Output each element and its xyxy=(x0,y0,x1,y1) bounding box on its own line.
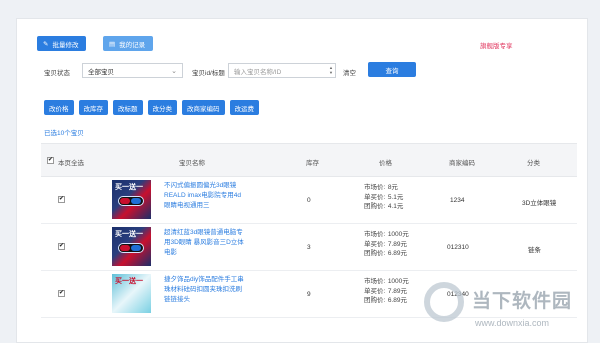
price-block: 市场价: 1000元 单买价: 7.89元 团购价: 6.89元 xyxy=(364,278,409,304)
id-placeholder: 输入宝贝名称/ID xyxy=(234,68,282,76)
edit-price-button[interactable]: 改价格 xyxy=(44,100,74,115)
edit-category-button[interactable]: 改分类 xyxy=(147,100,177,115)
header-category: 分类 xyxy=(527,160,540,167)
header-price: 价格 xyxy=(379,160,392,167)
batch-edit-button[interactable]: ✎ 批量修改 xyxy=(37,36,87,51)
watermark: 当下软件园 www.downxia.com xyxy=(420,282,596,340)
header-stock: 库存 xyxy=(306,160,319,167)
group-price: 6.89元 xyxy=(387,297,407,304)
edit-code-button[interactable]: 改商家编码 xyxy=(182,100,225,115)
row-checkbox[interactable] xyxy=(58,289,65,297)
price-block: 市场价: 8元 单买价: 5.1元 团购价: 4.1元 xyxy=(364,184,404,210)
table-header: 本页全选 宝贝名称 库存 价格 商家编码 分类 xyxy=(41,143,577,177)
single-price: 7.89元 xyxy=(387,240,407,248)
product-title-link[interactable]: 捷夕饰品diy饰品配件手工串珠材料砝码扣圆夹珠扣洗刷链链接头 xyxy=(164,275,244,305)
group-price: 6.89元 xyxy=(387,250,407,257)
edit-shipping-button[interactable]: 改运费 xyxy=(229,100,259,115)
table-row: 买一送一 不闪式偏振圆偏光3d眼镜REALD imax电影院专用4d眼睛电视通用… xyxy=(41,177,577,224)
stock-value: 0 xyxy=(307,197,311,204)
stock-value: 3 xyxy=(307,244,311,251)
row-checkbox[interactable] xyxy=(58,242,65,250)
product-title-link[interactable]: 超清红蓝3d眼镜普通电脑专用3D眼睛 暴风影音三D立体电影 xyxy=(164,228,244,258)
clear-button[interactable]: 清空 xyxy=(343,67,356,77)
status-value: 全部宝贝 xyxy=(88,68,114,76)
table-row: 买一送一 超清红蓝3d眼镜普通电脑专用3D眼睛 暴风影音三D立体电影 3 市场价… xyxy=(41,224,577,271)
market-price: 1000元 xyxy=(387,231,409,238)
product-title-link[interactable]: 不闪式偏振圆偏光3d眼镜REALD imax电影院专用4d眼睛电视通用三 xyxy=(164,181,244,211)
header-code: 商家编码 xyxy=(449,160,475,167)
edit-stock-button[interactable]: 改库存 xyxy=(78,100,108,115)
edit-title-button[interactable]: 改标题 xyxy=(113,100,143,115)
price-block: 市场价: 1000元 单买价: 7.89元 团购价: 6.89元 xyxy=(364,231,409,257)
status-label: 宝贝状态 xyxy=(44,70,70,77)
edit-icon: ✎ xyxy=(43,40,49,48)
my-records-button[interactable]: ▤ 我的记录 xyxy=(103,36,154,51)
id-label: 宝贝id/标题 xyxy=(192,70,225,77)
watermark-logo-icon xyxy=(424,282,464,322)
promo-label: 旗舰版专享 xyxy=(480,43,513,50)
product-thumbnail: 买一送一 xyxy=(112,274,151,313)
product-thumbnail: 买一送一 xyxy=(112,180,151,219)
single-price: 5.1元 xyxy=(387,193,404,201)
spinner-icon[interactable]: ▲ ▼ xyxy=(329,65,333,75)
watermark-url: www.downxia.com xyxy=(475,318,550,328)
my-records-label: 我的记录 xyxy=(119,41,146,49)
batch-edit-label: 批量修改 xyxy=(52,41,79,49)
select-all-checkbox[interactable] xyxy=(47,156,54,164)
stock-value: 9 xyxy=(307,291,311,298)
group-price: 4.1元 xyxy=(387,203,404,210)
row-checkbox[interactable] xyxy=(58,195,65,203)
product-thumbnail: 买一送一 xyxy=(112,227,151,266)
id-search-input[interactable]: 输入宝贝名称/ID ▲ ▼ xyxy=(228,63,336,78)
header-name: 宝贝名称 xyxy=(179,160,205,167)
market-price: 1000元 xyxy=(387,278,409,285)
merchant-code: 1234 xyxy=(450,197,465,204)
selected-count[interactable]: 已选10个宝贝 xyxy=(44,127,84,137)
watermark-name: 当下软件园 xyxy=(472,291,573,312)
query-button[interactable]: 查询 xyxy=(368,62,416,77)
chevron-down-icon: ⌄ xyxy=(171,67,177,75)
action-buttons: 改价格 改库存 改标题 改分类 改商家编码 改运费 xyxy=(44,100,259,115)
market-price: 8元 xyxy=(387,184,398,191)
merchant-code: 012310 xyxy=(447,244,469,251)
status-select[interactable]: 全部宝贝 ⌄ xyxy=(82,63,183,78)
category-value: 链条 xyxy=(528,247,541,254)
document-icon: ▤ xyxy=(109,40,116,48)
category-value: 3D立体眼镜 xyxy=(522,200,557,207)
single-price: 7.89元 xyxy=(387,287,407,295)
select-all-label: 本页全选 xyxy=(58,160,84,167)
